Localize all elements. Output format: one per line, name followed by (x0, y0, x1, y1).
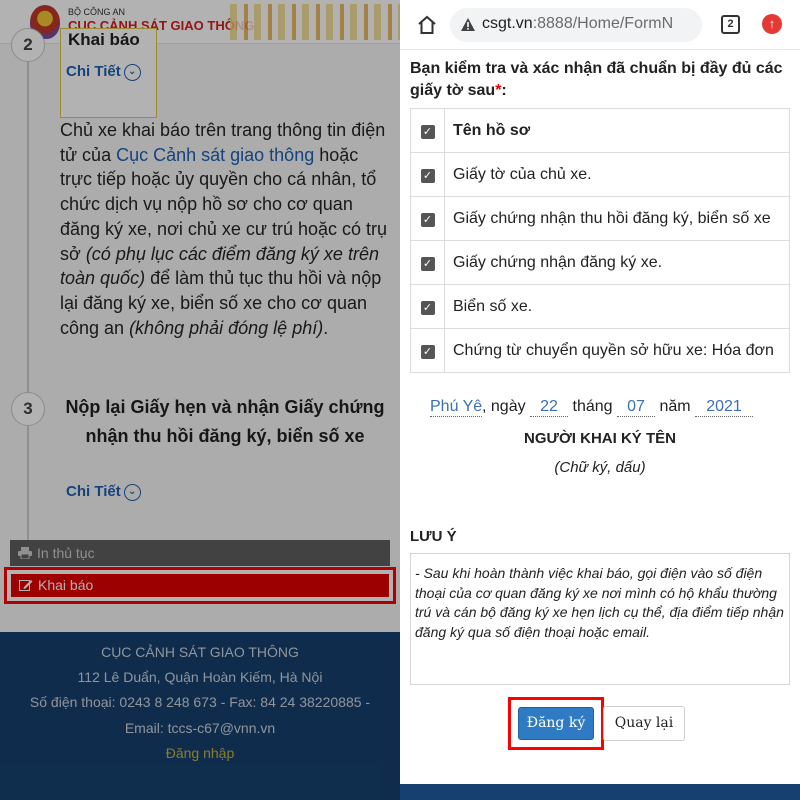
url-host: csgt.vn (482, 15, 533, 32)
printer-icon (18, 547, 32, 559)
place-input[interactable]: Phú Yê (430, 398, 482, 417)
url-path: :8888/Home/FormN (532, 15, 674, 32)
checklist-heading: Bạn kiểm tra và xác nhận đã chuẩn bị đầy… (410, 58, 790, 102)
chevron-down-icon: ⌄ (123, 63, 141, 81)
column-header-name: Tên hồ sơ (444, 108, 790, 153)
heading-text: Bạn kiểm tra và xác nhận đã chuẩn bị đầy… (410, 60, 783, 99)
warning-icon[interactable] (460, 17, 476, 32)
footer-phone: Số điện thoại: 0243 8 248 673 - Fax: 84 … (29, 694, 371, 710)
submit-highlight-frame: Đăng ký (508, 697, 604, 750)
declare-button[interactable]: Khai báo (11, 574, 389, 597)
login-link[interactable]: Đăng nhập (0, 745, 400, 761)
document-checkbox[interactable]: ✓ (420, 300, 435, 315)
step2-number: 2 (11, 28, 45, 62)
print-procedure-button[interactable]: In thủ tục (10, 540, 390, 566)
select-all-checkbox[interactable]: ✓ (420, 124, 435, 139)
table-row: ✓ Giấy chứng nhận thu hồi đăng ký, biển … (410, 196, 790, 241)
tab-switcher-button[interactable]: 2 (721, 15, 740, 34)
bottom-strip (400, 784, 800, 800)
document-checkbox[interactable]: ✓ (420, 344, 435, 359)
year-input[interactable]: 2021 (695, 398, 754, 417)
documents-table: ✓ Tên hồ sơ ✓ Giấy tờ của chủ xe. ✓ Giấy… (410, 108, 790, 373)
declare-highlight-frame: Khai báo (4, 567, 396, 604)
document-name: Giấy chứng nhận đăng ký xe. (444, 240, 790, 285)
agency-link[interactable]: Cục Cảnh sát giao thông (116, 145, 314, 165)
step2-detail-label: Chi Tiết (66, 63, 121, 80)
document-checkbox[interactable]: ✓ (420, 212, 435, 227)
footer-agency-name: CỤC CẢNH SÁT GIAO THÔNG (101, 644, 299, 660)
document-checkbox[interactable]: ✓ (420, 256, 435, 271)
address-bar[interactable]: csgt.vn:8888/Home/FormN (450, 8, 702, 42)
table-row: ✓ Biển số xe. (410, 284, 790, 329)
step2-description: Chủ xe khai báo trên trang thông tin điệ… (60, 118, 388, 340)
browser-toolbar: csgt.vn:8888/Home/FormN 2 ↑ (400, 0, 800, 50)
header-banner-image (230, 4, 400, 40)
note-title: LƯU Ý (410, 528, 457, 545)
document-name: Chứng từ chuyển quyền sở hữu xe: Hóa đơn (444, 328, 790, 373)
document-name: Giấy chứng nhận thu hồi đăng ký, biển số… (444, 196, 790, 241)
url-text: csgt.vn:8888/Home/FormN (482, 15, 692, 33)
right-panel: csgt.vn:8888/Home/FormN 2 ↑ Bạn kiểm tra… (400, 0, 800, 800)
edit-icon (19, 580, 33, 591)
table-header-row: ✓ Tên hồ sơ (410, 108, 790, 153)
left-panel: BỘ CÔNG AN CỤC CẢNH SÁT GIAO THÔNG 2 Kha… (0, 0, 400, 800)
document-name: Giấy tờ của chủ xe. (444, 152, 790, 197)
day-input[interactable]: 22 (530, 398, 569, 417)
declare-label: Khai báo (38, 577, 94, 593)
signer-title: NGƯỜI KHAI KÝ TÊN (524, 430, 676, 447)
step3-number: 3 (11, 392, 45, 426)
month-label: tháng (572, 398, 613, 415)
day-label: , ngày (482, 398, 526, 415)
note-box: - Sau khi hoàn thành việc khai báo, gọi … (410, 553, 790, 685)
desc-italic-2: (không phải đóng lệ phí) (129, 317, 324, 338)
step3-detail-label: Chi Tiết (66, 483, 121, 500)
table-row: ✓ Chứng từ chuyển quyền sở hữu xe: Hóa đ… (410, 328, 790, 373)
document-name: Biển số xe. (444, 284, 790, 329)
date-line: Phú Yê, ngày 22 tháng 07 năm 2021 (430, 398, 780, 417)
step2-detail-link[interactable]: Chi Tiết ⌄ (66, 63, 141, 81)
print-label: In thủ tục (37, 545, 95, 561)
step3-detail-link[interactable]: Chi Tiết ⌄ (66, 483, 141, 501)
timeline-line (27, 44, 29, 544)
home-icon[interactable] (416, 14, 438, 36)
footer-address: 112 Lê Duẩn, Quận Hoàn Kiếm, Hà Nội (77, 669, 323, 685)
document-checkbox[interactable]: ✓ (420, 168, 435, 183)
table-row: ✓ Giấy chứng nhận đăng ký xe. (410, 240, 790, 285)
update-icon[interactable]: ↑ (762, 14, 782, 34)
site-footer: CỤC CẢNH SÁT GIAO THÔNG 112 Lê Duẩn, Quậ… (0, 632, 400, 800)
footer-email: Email: tccs-c67@vnn.vn (124, 720, 276, 736)
heading-colon: : (501, 82, 507, 99)
year-label: năm (659, 398, 691, 415)
back-button[interactable]: Quay lại (603, 706, 685, 741)
chevron-down-icon: ⌄ (123, 483, 141, 501)
register-button[interactable]: Đăng ký (518, 707, 594, 740)
table-row: ✓ Giấy tờ của chủ xe. (410, 152, 790, 197)
signer-note: (Chữ ký, dấu) (554, 459, 646, 476)
step3-title: Nộp lại Giấy hẹn và nhận Giấy chứng nhận… (65, 397, 385, 446)
desc-text-4: . (323, 317, 329, 338)
step2-title: Khai báo (68, 30, 140, 49)
ministry-name: BỘ CÔNG AN (68, 7, 126, 17)
month-input[interactable]: 07 (617, 398, 655, 417)
